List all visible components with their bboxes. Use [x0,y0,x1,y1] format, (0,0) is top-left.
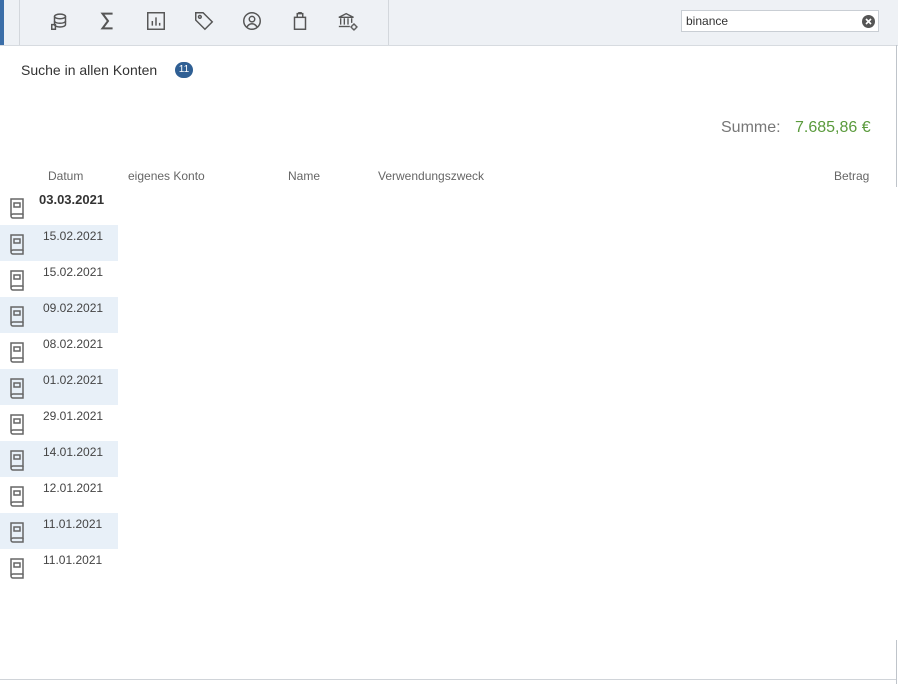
book-icon [8,413,26,435]
row-date: 12.01.2021 [43,481,104,495]
row-date: 01.02.2021 [43,373,104,387]
search-field[interactable] [681,10,879,32]
toolbar [0,0,898,46]
person-icon[interactable] [240,9,264,33]
book-icon [8,521,26,543]
row-date: 11.01.2021 [43,517,103,531]
column-header-eigenes-konto[interactable]: eigenes Konto [128,169,205,183]
table-row[interactable]: 08.02.2021 [0,333,118,369]
search-input[interactable] [686,12,852,30]
clipboard-icon[interactable] [288,9,312,33]
book-icon [8,197,26,219]
toolbar-divider [19,0,20,45]
sum-label: Summe: [721,119,781,136]
table-row[interactable]: 14.01.2021 [0,441,118,477]
table-row[interactable]: 11.01.2021 [0,549,118,585]
account-icon[interactable] [48,9,72,33]
toolbar-accent [0,0,4,45]
row-date: 03.03.2021 [39,192,105,207]
book-icon [8,485,26,507]
table-row[interactable]: 11.01.2021 [0,513,118,549]
book-icon [8,233,26,255]
table-row[interactable]: 09.02.2021 [0,297,118,333]
table-row[interactable]: 01.02.2021 [0,369,118,405]
result-count-badge: 11 [175,62,193,78]
tag-icon[interactable] [192,9,216,33]
row-date: 08.02.2021 [43,337,104,351]
book-icon [8,341,26,363]
book-icon [8,449,26,471]
row-date: 11.01.2021 [43,553,103,567]
table-row[interactable]: 29.01.2021 [0,405,118,441]
divider [896,640,897,684]
sum-icon[interactable] [96,9,120,33]
clear-search-icon[interactable] [862,15,875,28]
page-title: Suche in allen Konten [21,62,158,78]
column-header-betrag[interactable]: Betrag [834,169,869,183]
bank-settings-icon[interactable] [336,9,360,33]
sum-value: 7.685,86 € [795,119,871,136]
row-date: 14.01.2021 [43,445,104,459]
divider [896,45,897,187]
book-icon [8,557,26,579]
book-icon [8,377,26,399]
table-row[interactable]: 15.02.2021 [0,261,118,297]
column-header-verwendungszweck[interactable]: Verwendungszweck [378,169,484,183]
book-icon [8,305,26,327]
toolbar-divider [388,0,389,45]
book-icon [8,269,26,291]
row-date: 15.02.2021 [43,265,104,279]
table-row[interactable]: 12.01.2021 [0,477,118,513]
row-date: 15.02.2021 [43,229,104,243]
row-date: 09.02.2021 [43,301,104,315]
column-header-name[interactable]: Name [288,169,320,183]
table-row[interactable]: 03.03.2021 [0,189,118,225]
chart-icon[interactable] [144,9,168,33]
row-date: 29.01.2021 [43,409,104,423]
divider [0,679,896,680]
table-row[interactable]: 15.02.2021 [0,225,118,261]
column-header-datum[interactable]: Datum [48,169,83,183]
